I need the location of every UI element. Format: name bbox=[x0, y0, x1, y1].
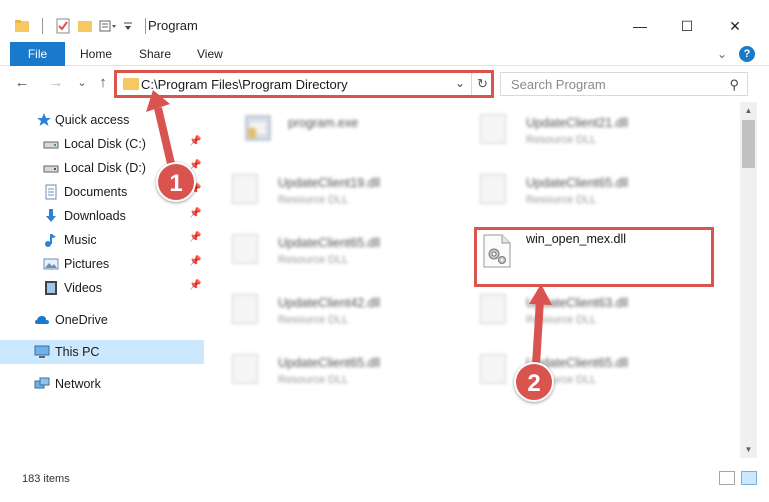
arrow-1-shaft bbox=[154, 107, 176, 169]
annotation-arrows bbox=[146, 90, 552, 366]
step-2-badge: 2 bbox=[514, 362, 554, 402]
arrow-2-shaft bbox=[532, 299, 544, 366]
arrow-2-head bbox=[529, 284, 552, 305]
step-1-badge: 1 bbox=[156, 162, 196, 202]
